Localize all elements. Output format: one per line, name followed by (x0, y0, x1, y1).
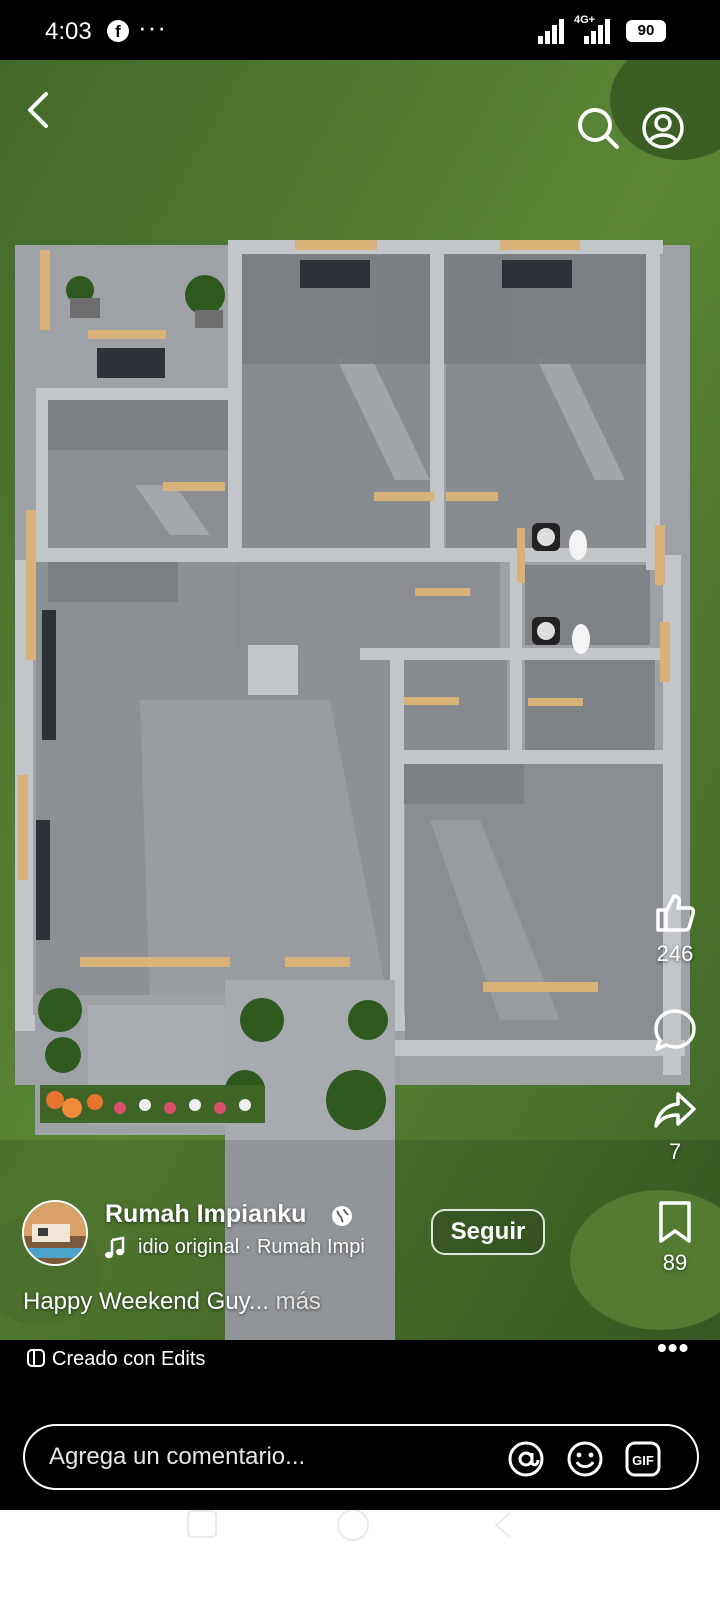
floor-plan-image (0, 60, 720, 1340)
globe-icon (332, 1206, 352, 1226)
avatar[interactable] (22, 1200, 88, 1266)
author-name[interactable]: Rumah Impianku (105, 1200, 306, 1229)
caption-more-link[interactable]: más (269, 1288, 321, 1315)
like-count: 246 (656, 941, 694, 966)
comment-icon (654, 1009, 696, 1051)
signal-icon (538, 19, 564, 44)
status-bar: 4:03 f ··· 4G+ 90 (0, 0, 720, 60)
save-button[interactable]: 89 (640, 1199, 710, 1276)
audio-track[interactable]: idio original · Rumah Impi (138, 1236, 398, 1259)
save-count: 89 (662, 1250, 688, 1275)
recents-icon[interactable] (187, 1510, 217, 1538)
share-icon (654, 1092, 696, 1128)
system-nav-bar (0, 1509, 720, 1600)
comment-input[interactable]: Agrega un comentario... (49, 1443, 305, 1471)
like-icon (656, 894, 696, 932)
comment-bar[interactable]: Agrega un comentario... GIF (23, 1424, 699, 1490)
back-nav-icon[interactable] (494, 1512, 511, 1538)
svg-text:GIF: GIF (632, 1453, 654, 1468)
gif-icon[interactable]: GIF (624, 1440, 662, 1478)
created-with-edits[interactable]: Creado con Edits (26, 1348, 205, 1371)
battery-indicator: 90 (626, 20, 666, 42)
like-button[interactable]: 246 (640, 890, 710, 967)
signal-icon (584, 19, 610, 44)
post-caption[interactable]: Happy Weekend Guy... más (23, 1288, 321, 1316)
created-with-label: Creado con Edits (52, 1348, 206, 1370)
share-button[interactable]: 7 (640, 1088, 710, 1165)
comment-button[interactable] (640, 1007, 710, 1058)
caption-text: Happy Weekend Guy... (23, 1288, 269, 1315)
edits-icon (27, 1349, 45, 1367)
emoji-icon[interactable] (566, 1440, 604, 1478)
bookmark-icon (659, 1201, 691, 1243)
search-icon[interactable] (576, 106, 620, 150)
mention-icon[interactable] (507, 1440, 545, 1478)
follow-button[interactable]: Seguir (431, 1209, 545, 1255)
facebook-icon: f (107, 20, 129, 42)
home-icon[interactable] (337, 1509, 369, 1541)
status-time: 4:03 (45, 18, 92, 45)
profile-icon[interactable] (641, 106, 685, 150)
share-count: 7 (668, 1139, 682, 1164)
music-note-icon (105, 1236, 125, 1259)
status-more-icon: ··· (138, 12, 167, 42)
reel-video[interactable]: 246 7 89 (0, 60, 720, 1340)
back-arrow-icon[interactable] (20, 88, 60, 132)
more-options-icon[interactable]: ••• (657, 1332, 689, 1364)
